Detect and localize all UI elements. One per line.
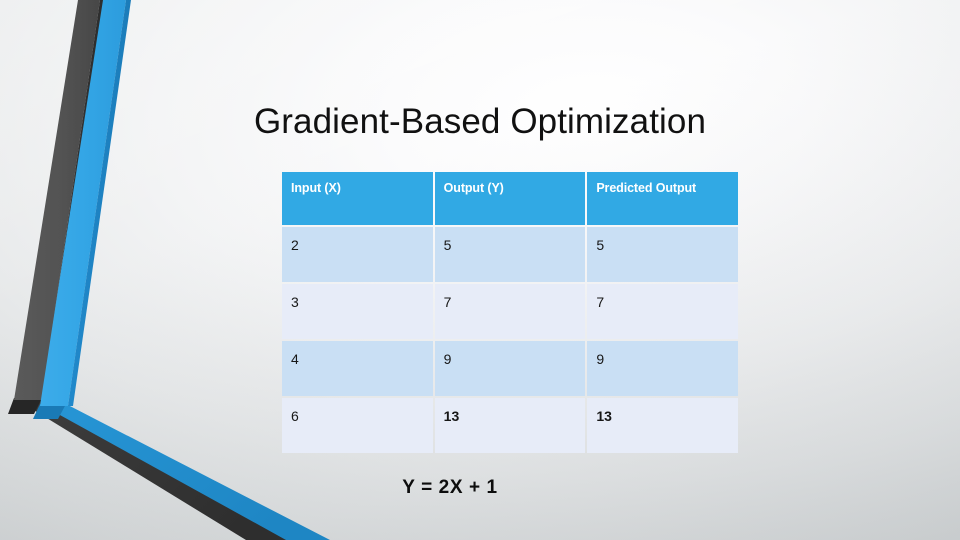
formula-caption: Y = 2X + 1 bbox=[402, 477, 498, 498]
cell-input: 4 bbox=[282, 341, 433, 396]
cell-predicted: 9 bbox=[587, 341, 738, 396]
column-header-input: Input (X) bbox=[282, 172, 433, 225]
gradient-optimization-table: Input (X) Output (Y) Predicted Output 2 … bbox=[280, 170, 740, 455]
slide-canvas: Gradient-Based Optimization Input (X) Ou… bbox=[0, 0, 960, 540]
cell-output: 9 bbox=[434, 341, 586, 396]
page-title: Gradient-Based Optimization bbox=[253, 102, 707, 141]
table-row: 6 13 13 bbox=[282, 398, 738, 453]
table-body: 2 5 5 3 7 7 4 9 9 6 13 13 bbox=[282, 227, 738, 453]
table-container: Input (X) Output (Y) Predicted Output 2 … bbox=[280, 170, 740, 455]
cell-input: 2 bbox=[282, 227, 433, 282]
cell-predicted: 13 bbox=[587, 398, 738, 453]
table-row: 4 9 9 bbox=[282, 341, 738, 396]
cell-predicted: 5 bbox=[587, 227, 738, 282]
column-header-predicted-output: Predicted Output bbox=[587, 172, 738, 225]
table-header: Input (X) Output (Y) Predicted Output bbox=[282, 172, 738, 225]
column-header-output: Output (Y) bbox=[434, 172, 586, 225]
cell-output: 13 bbox=[434, 398, 586, 453]
cell-output: 7 bbox=[434, 284, 586, 339]
cell-input: 6 bbox=[282, 398, 433, 453]
table-row: 2 5 5 bbox=[282, 227, 738, 282]
table-header-row: Input (X) Output (Y) Predicted Output bbox=[282, 172, 738, 225]
cell-input: 3 bbox=[282, 284, 433, 339]
table-row: 3 7 7 bbox=[282, 284, 738, 339]
cell-output: 5 bbox=[434, 227, 586, 282]
cell-predicted: 7 bbox=[587, 284, 738, 339]
